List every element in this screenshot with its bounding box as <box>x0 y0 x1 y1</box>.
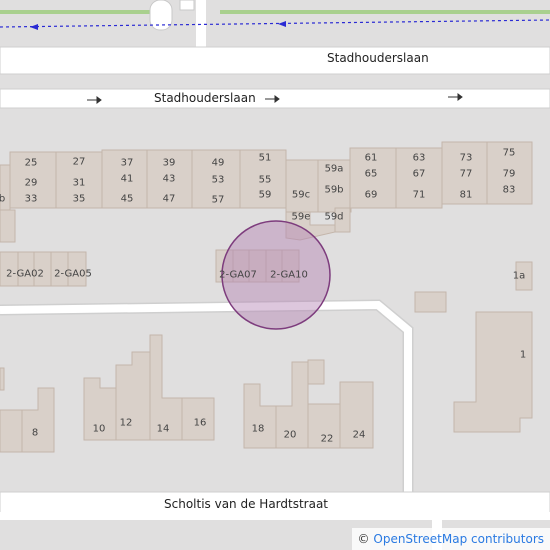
copyright-symbol: © <box>357 532 370 546</box>
house-number: 1a <box>512 270 526 282</box>
house-number: 31 <box>72 177 86 189</box>
house-number: 69 <box>364 189 378 201</box>
house-number: 49 <box>211 157 225 169</box>
house-number: 10 <box>92 423 106 435</box>
house-number: 35 <box>72 193 86 205</box>
house-number: 65 <box>364 168 378 180</box>
small-structure <box>179 0 195 11</box>
house-number: 73 <box>459 152 473 164</box>
house-number: 71 <box>412 189 426 201</box>
house-number: 8 <box>31 427 39 439</box>
house-number: 61 <box>364 152 378 164</box>
house-number: 55 <box>258 174 272 186</box>
street-label-stadhouderslaan-top: Stadhouderslaan <box>327 51 429 65</box>
house-number: 57 <box>211 194 225 206</box>
house-number: 1 <box>519 349 527 361</box>
house-number: 81 <box>459 189 473 201</box>
house-number: 14 <box>156 423 170 435</box>
house-number: 77 <box>459 168 473 180</box>
house-number: 59d <box>324 211 344 223</box>
house-number: 59c <box>291 189 311 201</box>
house-number: 2-GA05 <box>54 268 92 280</box>
house-number: 20 <box>283 429 297 441</box>
house-number: 63 <box>412 152 426 164</box>
road-scholtis-lower <box>0 512 550 520</box>
oneway-arrow <box>278 21 286 27</box>
footway <box>0 19 550 28</box>
house-number: 25 <box>24 157 38 169</box>
house-number: 24 <box>352 429 366 441</box>
building-group-south <box>0 334 374 453</box>
house-number: 2-GA07 <box>219 269 257 281</box>
house-number: 22 <box>320 433 334 445</box>
house-number: 12 <box>119 417 133 429</box>
house-number: 59 <box>258 189 272 201</box>
grass-strip <box>0 10 150 14</box>
house-number: 39 <box>162 157 176 169</box>
house-number: 75 <box>502 147 516 159</box>
house-number: 83 <box>502 184 516 196</box>
house-number: 51 <box>258 152 272 164</box>
map-view[interactable]: Stadhouderslaan Stadhouderslaan Scholtis… <box>0 0 550 550</box>
osm-attribution-link[interactable]: OpenStreetMap contributors <box>373 532 544 546</box>
house-number: 59e <box>291 211 311 223</box>
oneway-arrow <box>30 24 38 30</box>
house-number: 27 <box>72 156 86 168</box>
house-number: 18 <box>251 423 265 435</box>
house-number: 33 <box>24 193 38 205</box>
house-number: 37 <box>120 157 134 169</box>
house-number: 29 <box>24 177 38 189</box>
grass-strip <box>220 10 550 14</box>
house-number: 45 <box>120 193 134 205</box>
road-service <box>149 0 173 31</box>
house-number: 16 <box>193 417 207 429</box>
house-number: 59b <box>324 184 344 196</box>
house-number: 41 <box>120 173 134 185</box>
house-number: 67 <box>412 168 426 180</box>
house-number: 47 <box>162 193 176 205</box>
house-number: 2-GA02 <box>6 268 44 280</box>
road-stadhouderslaan-top <box>0 46 550 75</box>
building-1 <box>453 311 533 433</box>
house-number: 43 <box>162 173 176 185</box>
street-label-scholtis: Scholtis van de Hardtstraat <box>164 497 329 511</box>
house-number: 2-GA10 <box>270 269 308 281</box>
house-number: 79 <box>502 168 516 180</box>
street-label-stadhouderslaan-middle: Stadhouderslaan <box>154 91 256 105</box>
map-attribution: © OpenStreetMap contributors <box>351 528 550 550</box>
house-number: b <box>0 193 6 205</box>
house-number: 53 <box>211 174 225 186</box>
house-number: 59a <box>324 163 344 175</box>
